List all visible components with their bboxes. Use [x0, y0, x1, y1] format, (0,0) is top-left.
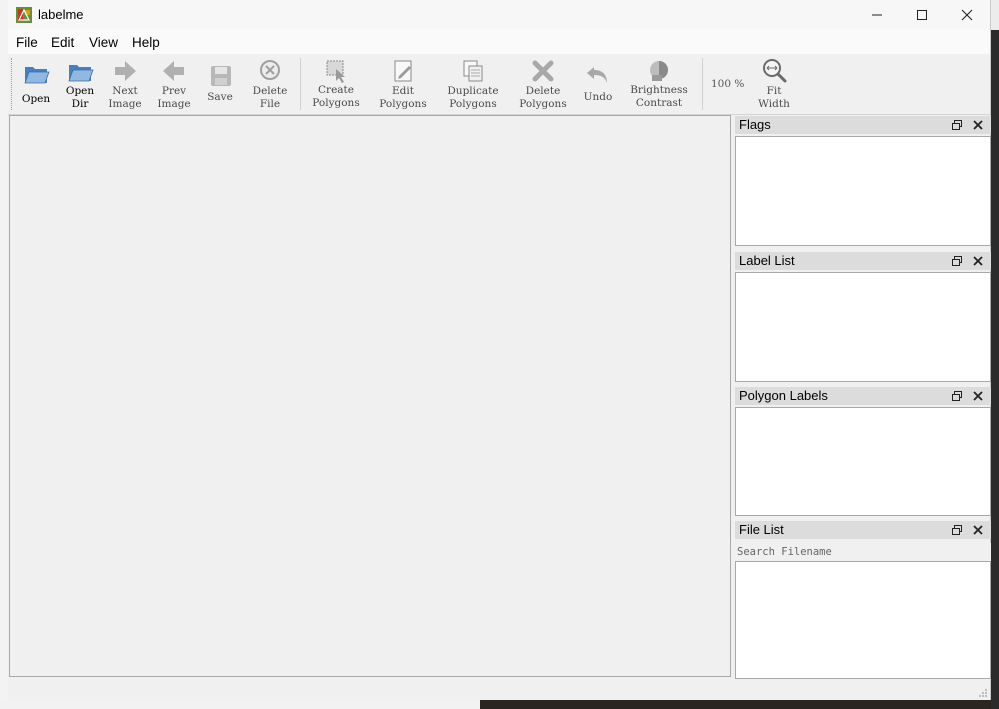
floppy-disk-icon	[211, 66, 231, 86]
float-window-icon[interactable]	[951, 119, 963, 131]
menu-edit[interactable]: Edit	[51, 35, 74, 50]
delete-x-icon	[532, 60, 554, 82]
folder-open-icon	[68, 65, 94, 82]
image-canvas[interactable]	[9, 115, 731, 677]
desktop-background-right	[991, 0, 999, 709]
close-icon	[961, 9, 973, 21]
brightness-contrast-button: Brightness Contrast	[624, 54, 694, 114]
menu-file[interactable]: File	[16, 35, 38, 50]
labelme-app-icon	[16, 7, 32, 23]
label-list-dock-title: Label List	[739, 253, 795, 268]
edit-polygons-label: Edit Polygons	[379, 85, 427, 110]
fit-width-button: Fit Width	[752, 54, 796, 114]
duplicate-polygons-label: Duplicate Polygons	[447, 85, 499, 110]
zoom-level-display[interactable]: 100 %	[711, 78, 744, 90]
label-list-dock-title-bar[interactable]: Label List	[735, 252, 991, 270]
undo-label: Undo	[583, 91, 613, 103]
polygon-labels-list[interactable]	[735, 407, 991, 516]
close-window-button[interactable]	[944, 0, 990, 30]
open-dir-button[interactable]: Open Dir	[60, 54, 100, 114]
status-bar	[8, 679, 990, 700]
duplicate-polygons-button: Duplicate Polygons	[442, 54, 504, 114]
arrow-left-icon	[163, 61, 184, 81]
create-polygon-icon	[326, 60, 345, 83]
prev-image-label: Prev Image	[157, 85, 191, 110]
label-list-dock: Label List	[735, 252, 991, 382]
close-icon[interactable]	[972, 255, 984, 267]
close-icon[interactable]	[972, 390, 984, 402]
flags-dock-title-bar[interactable]: Flags	[735, 116, 991, 134]
fit-width-label: Fit Width	[758, 85, 790, 110]
maximize-button[interactable]	[899, 0, 945, 30]
label-list[interactable]	[735, 272, 991, 382]
delete-polygons-label: Delete Polygons	[519, 85, 567, 110]
search-filename-input[interactable]	[735, 543, 991, 561]
delete-file-button: Delete File	[248, 54, 292, 114]
menu-help[interactable]: Help	[132, 35, 160, 50]
minimize-icon	[872, 14, 882, 16]
flags-list[interactable]	[735, 136, 991, 246]
toolbar-grip[interactable]	[11, 58, 15, 110]
file-list-dock-title: File List	[739, 522, 784, 537]
close-icon[interactable]	[972, 524, 984, 536]
menu-view[interactable]: View	[89, 35, 118, 50]
brightness-contrast-icon	[650, 61, 668, 81]
edit-document-icon	[394, 60, 412, 82]
arrow-right-icon	[115, 61, 136, 81]
toolbar-separator	[300, 58, 301, 110]
menu-bar: File Edit View Help	[8, 30, 990, 54]
polygon-labels-dock: Polygon Labels	[735, 387, 991, 516]
create-polygons-label: Create Polygons	[312, 84, 360, 109]
open-label: Open	[21, 93, 51, 105]
delete-polygons-button: Delete Polygons	[514, 54, 572, 114]
flags-dock: Flags	[735, 116, 991, 246]
labelme-window: labelme File Edit View Help Open Open Di…	[8, 0, 991, 700]
desktop-background-bottom-left	[0, 700, 480, 709]
file-list-dock-title-bar[interactable]: File List	[735, 521, 991, 539]
file-list[interactable]	[735, 561, 991, 679]
folder-open-icon	[24, 67, 50, 84]
close-icon[interactable]	[972, 119, 984, 131]
duplicate-icon	[463, 60, 483, 82]
create-polygons-button: Create Polygons	[308, 54, 364, 114]
undo-button: Undo	[580, 54, 616, 114]
resize-grip-icon[interactable]	[978, 688, 988, 698]
delete-circle-icon	[260, 60, 280, 80]
delete-file-label: Delete File	[252, 85, 288, 110]
file-list-dock: File List	[735, 521, 991, 679]
maximize-icon	[917, 10, 927, 20]
desktop-background-left	[0, 0, 8, 709]
prev-image-button: Prev Image	[154, 54, 194, 114]
next-image-label: Next Image	[108, 85, 142, 110]
polygon-labels-dock-title-bar[interactable]: Polygon Labels	[735, 387, 991, 405]
brightness-contrast-label: Brightness Contrast	[630, 84, 688, 109]
desktop-background-right-top	[991, 0, 999, 30]
float-window-icon[interactable]	[951, 524, 963, 536]
toolbar-separator	[702, 58, 703, 110]
open-button[interactable]: Open	[16, 54, 56, 114]
float-window-icon[interactable]	[951, 255, 963, 267]
toolbar: Open Open Dir Next Image Prev Image Save…	[8, 54, 990, 115]
open-dir-label: Open Dir	[65, 85, 95, 110]
zoom-fit-width-icon	[763, 59, 787, 83]
edit-polygons-button: Edit Polygons	[376, 54, 430, 114]
next-image-button: Next Image	[105, 54, 145, 114]
window-title: labelme	[38, 7, 84, 22]
flags-dock-title: Flags	[739, 117, 771, 132]
minimize-button[interactable]	[854, 0, 900, 30]
save-label: Save	[207, 91, 233, 103]
polygon-labels-dock-title: Polygon Labels	[739, 388, 828, 403]
title-bar[interactable]: labelme	[8, 0, 990, 30]
undo-arrow-icon	[587, 67, 607, 83]
float-window-icon[interactable]	[951, 390, 963, 402]
save-button: Save	[200, 54, 240, 114]
